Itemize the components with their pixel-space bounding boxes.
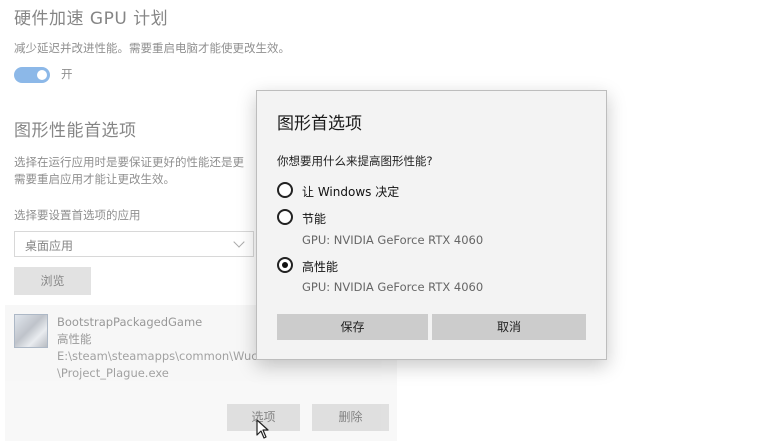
choose-app-label: 选择要设置首选项的应用 bbox=[14, 208, 141, 222]
graphics-preference-dialog: 图形首选项 你想要用什么来提高图形性能? 让 Windows 决定 节能 GPU… bbox=[256, 90, 607, 360]
option-let-windows-decide-label[interactable]: 让 Windows 决定 bbox=[302, 183, 399, 200]
toggle-knob bbox=[37, 70, 47, 80]
cancel-button[interactable]: 取消 bbox=[432, 314, 586, 340]
radio-selected-dot bbox=[282, 262, 288, 268]
option-power-saving-gpu: GPU: NVIDIA GeForce RTX 4060 bbox=[302, 233, 484, 247]
dialog-title: 图形首选项 bbox=[277, 114, 362, 134]
hw-accel-desc: 减少延迟并改进性能。需要重启电脑才能使更改生效。 bbox=[14, 41, 290, 55]
app-type-selected: 桌面应用 bbox=[25, 239, 74, 253]
option-power-saving-label[interactable]: 节能 bbox=[302, 210, 326, 227]
delete-button[interactable]: 删除 bbox=[312, 404, 389, 431]
mouse-cursor-icon bbox=[256, 419, 269, 439]
app-name: BootstrapPackagedGame bbox=[57, 315, 203, 329]
toggle-state-label: 开 bbox=[61, 67, 73, 81]
save-button[interactable]: 保存 bbox=[277, 314, 428, 340]
graphics-pref-desc-line2: 需要重启应用才能让更改生效。 bbox=[14, 172, 175, 186]
radio-high-performance[interactable] bbox=[277, 257, 293, 273]
app-path-line2: \Project_Plague.exe bbox=[57, 366, 169, 380]
app-path-line1: E:\steam\steamapps\common\Wucha bbox=[57, 349, 257, 363]
app-icon bbox=[14, 314, 48, 348]
option-high-performance-label[interactable]: 高性能 bbox=[302, 258, 338, 275]
chevron-down-icon bbox=[233, 236, 245, 248]
option-high-performance-gpu: GPU: NVIDIA GeForce RTX 4060 bbox=[302, 280, 484, 294]
radio-power-saving[interactable] bbox=[277, 209, 293, 225]
graphics-pref-title: 图形性能首选项 bbox=[14, 121, 137, 141]
hw-accel-toggle[interactable] bbox=[14, 67, 50, 83]
app-preference: 高性能 bbox=[57, 332, 92, 346]
app-type-select[interactable]: 桌面应用 bbox=[14, 231, 254, 257]
browse-button[interactable]: 浏览 bbox=[14, 267, 91, 295]
hw-accel-title: 硬件加速 GPU 计划 bbox=[14, 9, 169, 29]
radio-let-windows-decide[interactable] bbox=[277, 182, 293, 198]
dialog-question: 你想要用什么来提高图形性能? bbox=[277, 154, 433, 168]
graphics-pref-desc-line1: 选择在运行应用时是要保证更好的性能还是更 bbox=[14, 155, 244, 169]
